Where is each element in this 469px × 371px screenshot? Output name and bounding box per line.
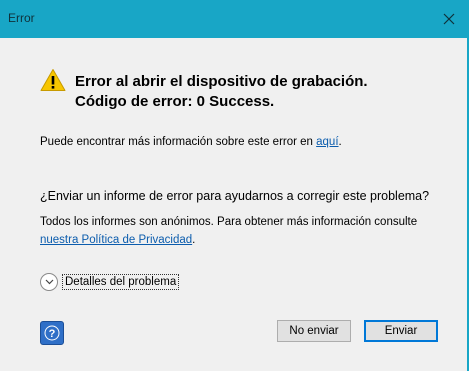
details-label: Detalles del problema bbox=[62, 274, 180, 290]
dialog-content: Error al abrir el dispositivo de grabaci… bbox=[0, 38, 469, 371]
info-suffix: . bbox=[338, 136, 342, 148]
error-title-line1: Error al abrir el dispositivo de grabaci… bbox=[75, 73, 368, 90]
help-icon: ? bbox=[44, 325, 60, 341]
chevron-down-icon bbox=[40, 273, 58, 291]
details-toggle[interactable]: Detalles del problema bbox=[40, 271, 180, 293]
anonymous-label: Todos los informes son anónimos. Para ob… bbox=[40, 216, 418, 228]
window-title: Error bbox=[8, 11, 35, 25]
close-icon bbox=[443, 13, 455, 25]
close-button[interactable] bbox=[429, 0, 469, 38]
help-button[interactable]: ? bbox=[40, 321, 64, 345]
error-heading: Error al abrir el dispositivo de grabaci… bbox=[75, 72, 368, 112]
title-bar: Error bbox=[0, 0, 469, 38]
privacy-link[interactable]: nuestra Política de Privacidad bbox=[40, 234, 192, 246]
no-send-button[interactable]: No enviar bbox=[277, 320, 351, 342]
info-label: Puede encontrar más información sobre es… bbox=[40, 136, 317, 148]
info-text: Puede encontrar más información sobre es… bbox=[40, 136, 342, 148]
warning-icon bbox=[40, 69, 66, 91]
anonymous-text: Todos los informes son anónimos. Para ob… bbox=[40, 213, 450, 249]
info-link[interactable]: aquí bbox=[316, 136, 338, 148]
error-code-line: Código de error: 0 Success. bbox=[75, 93, 275, 110]
report-question: ¿Enviar un informe de error para ayudarn… bbox=[40, 189, 430, 203]
privacy-suffix: . bbox=[192, 234, 196, 246]
send-button[interactable]: Enviar bbox=[364, 320, 438, 342]
svg-text:?: ? bbox=[49, 328, 56, 340]
